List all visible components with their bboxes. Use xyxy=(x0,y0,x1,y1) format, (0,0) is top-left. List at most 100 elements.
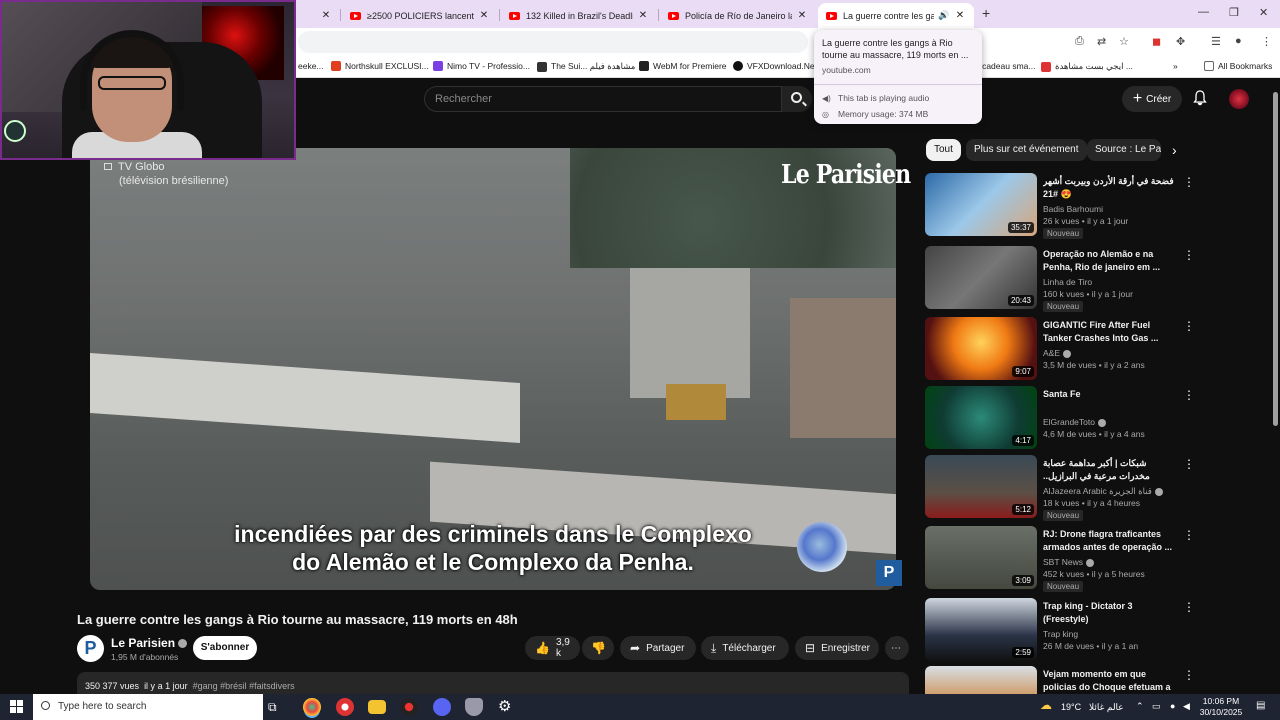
extension-icon[interactable]: ◼ xyxy=(1152,35,1161,48)
translate-icon[interactable]: ⇄ xyxy=(1097,35,1106,48)
video-thumbnail[interactable]: 4:17 xyxy=(925,386,1037,449)
video-menu-icon[interactable]: ⋮ xyxy=(1183,600,1195,614)
video-menu-icon[interactable]: ⋮ xyxy=(1183,319,1195,333)
video-description[interactable]: 350 377 vues il y a 1 jour #gang #brésil… xyxy=(77,672,909,694)
recommended-video[interactable]: 35:37 فضحة في أرقة الأردن وبيربت أشهر #21… xyxy=(925,173,1265,239)
volume-icon[interactable]: ◀ xyxy=(1183,701,1190,712)
speaker-icon[interactable]: 🔊 xyxy=(938,10,950,21)
browser-tab-3[interactable]: 132 Killed in Brazil's Deadliest P... ✕ xyxy=(501,3,657,28)
video-menu-icon[interactable]: ⋮ xyxy=(1183,248,1195,262)
cast-icon[interactable]: ⎙ xyxy=(1075,35,1084,48)
close-tab-icon[interactable]: ✕ xyxy=(320,10,332,21)
recommended-video[interactable]: 9:07 GIGANTIC Fire After Fuel Tanker Cras… xyxy=(925,317,1265,381)
all-bookmarks-button[interactable]: All Bookmarks xyxy=(1204,61,1272,71)
recommended-video-title[interactable]: Operação no Alemão e na Penha, Rio de ja… xyxy=(1043,248,1175,274)
notifications-icon[interactable]: ▤ xyxy=(1256,700,1265,711)
profile-icon[interactable]: ● xyxy=(1235,35,1242,47)
page-scrollbar[interactable] xyxy=(1271,80,1280,692)
extensions-puzzle-icon[interactable]: ✥ xyxy=(1176,35,1185,48)
tray-chevron-icon[interactable]: ⌃ xyxy=(1136,701,1144,712)
chevron-right-icon[interactable]: › xyxy=(1172,142,1177,158)
recommended-channel[interactable]: ElGrandeToto xyxy=(1043,417,1106,427)
settings-gear-icon[interactable]: ⚙ xyxy=(498,697,516,715)
create-button[interactable]: + Créer xyxy=(1122,86,1182,112)
video-menu-icon[interactable]: ⋮ xyxy=(1183,388,1195,402)
recommended-video[interactable]: 5:12 شبكات | أكبر مداهمة عصابة مخدرات مرع… xyxy=(925,455,1265,521)
bookmark-item[interactable]: ...cadeau sma... xyxy=(975,61,1035,71)
channel-name[interactable]: Le Parisien xyxy=(111,636,188,650)
chrome-menu-icon[interactable]: ⋮ xyxy=(1261,35,1272,48)
video-thumbnail[interactable]: 2:59 xyxy=(925,598,1037,661)
recommended-video[interactable]: 3:09 RJ: Drone flagra traficantes armados… xyxy=(925,526,1265,592)
browser-tab-4[interactable]: Policía de Río de Janeiro lanza o... ✕ xyxy=(660,3,816,28)
chrome-taskbar-icon[interactable] xyxy=(303,698,321,716)
download-button[interactable]: ⤓ Télécharger xyxy=(701,636,789,660)
recommended-video-title[interactable]: Santa Fe xyxy=(1043,388,1175,401)
video-thumbnail[interactable]: 20:43 xyxy=(925,246,1037,309)
close-window-icon[interactable]: ✕ xyxy=(1259,6,1268,19)
reading-list-icon[interactable]: ☰ xyxy=(1211,35,1221,48)
video-thumbnail[interactable]: 3:09 xyxy=(925,526,1037,589)
taskbar-clock[interactable]: 10:06 PM 30/10/2025 xyxy=(1196,696,1246,718)
hashtags[interactable]: #gang #brésil #faitsdivers xyxy=(193,681,295,691)
chip-all[interactable]: Tout xyxy=(926,139,961,161)
discord-icon[interactable] xyxy=(433,698,451,716)
recommended-video-title[interactable]: Vejam momento em que policias do Choque … xyxy=(1043,668,1175,694)
close-tab-icon[interactable]: ✕ xyxy=(637,10,649,21)
like-button[interactable]: 👍 3,9 k xyxy=(525,636,580,660)
bookmark-item[interactable]: VFXDownload.Net xyxy=(733,61,817,71)
bookmark-item[interactable]: WebM for Premiere xyxy=(639,61,727,71)
channel-avatar[interactable]: P xyxy=(77,635,104,662)
microphone-icon[interactable]: ● xyxy=(1170,701,1175,711)
recommended-video-title[interactable]: شبكات | أكبر مداهمة عصابة مخدرات مرعبة ف… xyxy=(1043,457,1175,483)
shield-app-icon[interactable] xyxy=(465,698,483,716)
weather-temp[interactable]: 19°C xyxy=(1061,702,1081,712)
bookmark-item[interactable]: ايجي بست مشاهدة ... xyxy=(1041,61,1133,72)
channel-watermark-logo[interactable]: P xyxy=(876,560,902,586)
bookmark-item[interactable]: The Sui... مشاهدة فيلم xyxy=(537,61,635,72)
video-thumbnail[interactable]: 9:07 xyxy=(925,317,1037,380)
recommended-video-title[interactable]: فضحة في أرقة الأردن وبيربت أشهر #21 😍 xyxy=(1043,175,1175,201)
recommended-video-title[interactable]: Trap king - Dictator 3 (Freestyle) xyxy=(1043,600,1175,626)
taskbar-search-input[interactable]: Type here to search xyxy=(33,694,263,720)
chip-more-on-event[interactable]: Plus sur cet événement xyxy=(966,139,1087,161)
recommended-channel[interactable]: Badis Barhoumi xyxy=(1043,204,1103,214)
app-taskbar-icon[interactable] xyxy=(400,698,418,716)
browser-tab-2[interactable]: ≥2500 POLICIERS lancent un R... ✕ xyxy=(342,3,498,28)
chip-source[interactable]: Source : Le Par... xyxy=(1087,139,1161,161)
assistant-orb-icon[interactable] xyxy=(797,522,847,572)
recommended-channel[interactable]: Trap king xyxy=(1043,629,1078,639)
share-button[interactable]: ➦ Partager xyxy=(620,636,696,660)
video-menu-icon[interactable]: ⋮ xyxy=(1183,528,1195,542)
close-tab-icon[interactable]: ✕ xyxy=(954,10,966,21)
address-bar[interactable] xyxy=(298,31,808,53)
recommended-video-title[interactable]: RJ: Drone flagra traficantes armados ant… xyxy=(1043,528,1175,554)
video-thumbnail[interactable]: 5:12 xyxy=(925,455,1037,518)
search-input[interactable]: Rechercher xyxy=(424,86,782,112)
video-menu-icon[interactable]: ⋮ xyxy=(1183,668,1195,682)
minimize-icon[interactable]: — xyxy=(1198,6,1209,18)
weather-location[interactable]: عالم غائلا xyxy=(1089,702,1124,713)
video-menu-icon[interactable]: ⋮ xyxy=(1183,457,1195,471)
recommended-channel[interactable]: AlJazeera Arabic قناة الجزيرة xyxy=(1043,486,1163,497)
bookmark-item[interactable]: Northskull EXCLUSI... xyxy=(331,61,429,71)
more-bookmarks-icon[interactable]: » xyxy=(1173,61,1178,71)
recommended-video[interactable]: 4:17 Santa Fe ElGrandeToto 4,6 M de vues • … xyxy=(925,386,1265,450)
browser-tab-active[interactable]: La guerre contre les gangs 🔊 ✕ xyxy=(818,3,974,28)
recommended-video[interactable]: 2:59 Trap king - Dictator 3 (Freestyle) Tr… xyxy=(925,598,1265,662)
recommended-channel[interactable]: A&E xyxy=(1043,348,1072,358)
recommended-video[interactable]: 20:43 Operação no Alemão e na Penha, Rio … xyxy=(925,246,1265,312)
browser-tab-1[interactable]: ✕ xyxy=(296,3,340,28)
account-avatar[interactable] xyxy=(1229,89,1249,109)
recommended-video-title[interactable]: GIGANTIC Fire After Fuel Tanker Crashes … xyxy=(1043,319,1175,345)
recommended-channel[interactable]: Linha de Tiro xyxy=(1043,277,1092,287)
file-explorer-icon[interactable] xyxy=(368,700,386,714)
dislike-button[interactable]: 👎 xyxy=(582,636,614,660)
windows-start-icon[interactable] xyxy=(10,700,23,713)
notifications-bell-icon[interactable] xyxy=(1193,90,1207,106)
restore-icon[interactable]: ❐ xyxy=(1229,6,1239,19)
close-tab-icon[interactable]: ✕ xyxy=(796,10,808,21)
bookmark-star-icon[interactable]: ☆ xyxy=(1119,35,1129,48)
video-thumbnail[interactable]: 35:37 xyxy=(925,173,1037,236)
search-button[interactable] xyxy=(782,86,812,112)
